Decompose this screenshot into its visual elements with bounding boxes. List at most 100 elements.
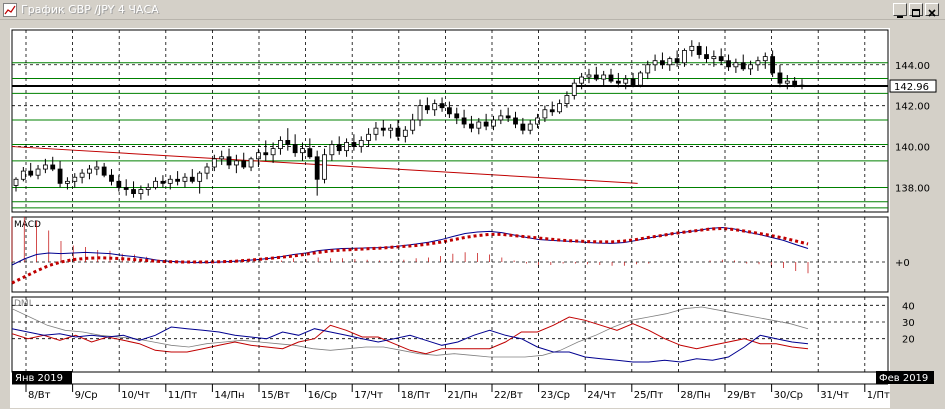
candle-body [65, 180, 70, 184]
candle-body [50, 164, 56, 170]
candle-body [784, 80, 790, 84]
candle-body [682, 50, 687, 64]
candle-body [402, 129, 408, 137]
x-tick-label: 11/Пт [168, 390, 198, 401]
candle-body [439, 103, 445, 109]
candle-body [204, 166, 210, 174]
window-title: График GBP /JPY 4 ЧАСА [21, 3, 159, 16]
candle-body [182, 176, 188, 182]
candle-body [329, 144, 335, 156]
x-tick-label: 25/Пт [634, 390, 664, 401]
candle-body [233, 160, 239, 166]
candle-body [476, 121, 482, 129]
candle-body [300, 148, 305, 154]
candle-body [373, 127, 379, 135]
candle-body [57, 168, 63, 184]
x-tick-label: 29/Вт [727, 390, 756, 401]
chart-window[interactable]: 144.00 142.00 140.00 138.00 142.96 +0 MACD 40… [0, 20, 945, 409]
dmi-panel: 40 30 20 DMI [11, 296, 915, 373]
x-tick-label: 10/Чт [121, 390, 150, 401]
x-tick-label: 22/Вт [494, 390, 523, 401]
candle-body [520, 123, 526, 131]
price-tick-label: 138.00 [895, 183, 930, 194]
candle-body [270, 148, 276, 156]
dmi-tick-label: 20 [902, 335, 915, 346]
candle-body [20, 170, 26, 180]
candle-body [608, 74, 614, 82]
title-bar: График GBP /JPY 4 ЧАСА [0, 0, 945, 20]
candle-body [689, 45, 695, 51]
candle-body [278, 140, 283, 150]
dmi-frame [11, 296, 889, 373]
candle-body [28, 170, 34, 176]
candle-body [718, 56, 724, 62]
candle-body [557, 103, 562, 113]
candle-body [241, 160, 247, 168]
candle-body [307, 148, 313, 158]
candle-body [513, 117, 518, 125]
candle-body [424, 105, 430, 111]
maximize-icon [912, 9, 920, 17]
candle-body [799, 84, 805, 87]
candle-body [292, 144, 298, 154]
x-tick-label: 1/Пт [867, 390, 890, 401]
candle-body [248, 158, 254, 168]
candle-body [652, 60, 658, 66]
x-tick-label: 18/Пт [401, 390, 431, 401]
macd-frame [11, 216, 889, 293]
candle-body [153, 180, 158, 188]
candle-body [579, 76, 585, 84]
candle-body [792, 80, 798, 86]
candle-body [256, 152, 261, 160]
minimize-icon [897, 16, 903, 18]
candle-body [770, 56, 776, 74]
candle-body [94, 166, 100, 170]
candle-body [740, 62, 746, 70]
candle-body [637, 72, 643, 86]
candle-body [586, 74, 592, 78]
x-tick-label: 14/Пн [214, 390, 244, 401]
candle-body [549, 109, 555, 113]
candle-body [667, 58, 673, 66]
dmi-tick-label: 40 [902, 301, 915, 312]
candle-body [483, 121, 489, 127]
price-tick-label: 142.00 [895, 102, 930, 113]
month-label-left: Янв 2019 [15, 373, 63, 384]
candle-body [344, 142, 349, 152]
current-price-label: 142.96 [894, 82, 929, 93]
candle-body [777, 72, 783, 84]
maximize-button[interactable] [909, 3, 923, 17]
minimize-button[interactable] [893, 3, 907, 18]
candle-body [726, 60, 731, 68]
candle-body [285, 140, 291, 145]
x-tick-label: 8/Вт [28, 390, 51, 401]
candle-body [366, 133, 371, 141]
candle-body [336, 144, 342, 152]
candle-body [138, 189, 144, 194]
candle-body [322, 154, 327, 180]
candle-body [13, 178, 19, 186]
candle-body [314, 156, 320, 180]
candle-body [469, 123, 474, 129]
candle-body [461, 117, 467, 125]
chart-app-icon [3, 3, 17, 17]
candle-body [410, 119, 416, 131]
x-tick-label: 30/Ср [774, 390, 803, 401]
dmi-title: DMI [14, 299, 31, 309]
x-tick-label: 15/Вт [261, 390, 290, 401]
x-tick-label: 23/Ср [541, 390, 570, 401]
candle-body [123, 187, 129, 190]
price-tick-label: 140.00 [895, 143, 930, 154]
candle-body [42, 164, 48, 170]
close-button[interactable] [925, 3, 939, 17]
candle-body [87, 168, 92, 174]
candle-body [101, 166, 107, 176]
candle-body [564, 95, 570, 105]
candle-body [380, 127, 386, 131]
candle-body [395, 127, 401, 137]
candle-body [711, 56, 717, 60]
candle-body [593, 74, 599, 80]
candle-body [748, 64, 753, 70]
candle-body [211, 158, 217, 168]
month-label-right: Фев 2019 [879, 373, 928, 384]
